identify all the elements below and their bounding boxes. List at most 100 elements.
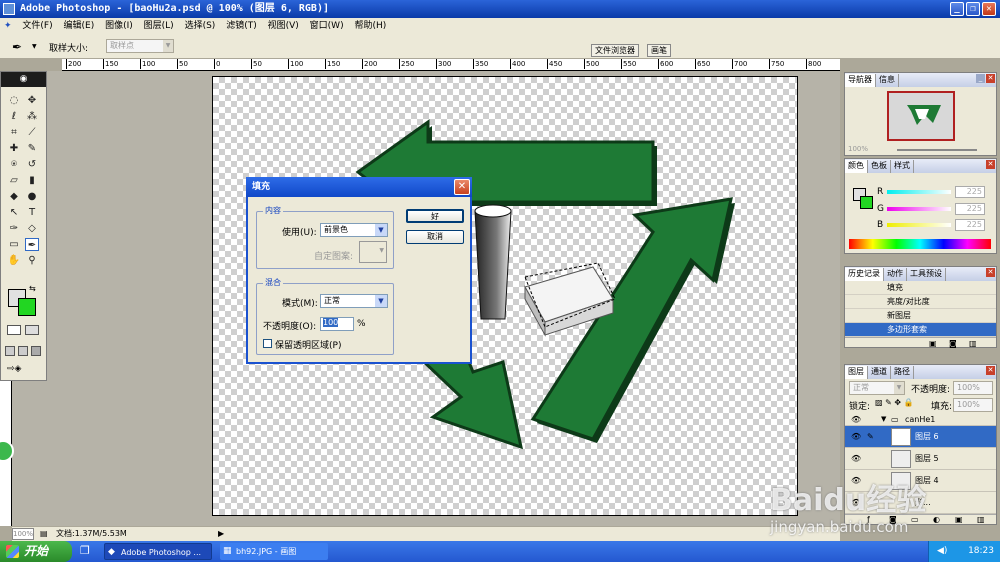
eye-icon[interactable]: 👁 xyxy=(851,448,861,470)
eyedropper-tool-icon[interactable]: ✒ xyxy=(12,40,22,54)
lock-icons[interactable]: ▨ ✎ ✥ 🔒 xyxy=(875,398,914,407)
eraser-tool-icon[interactable]: ▱ xyxy=(7,174,21,187)
history-item-selected[interactable]: 多边形套索 xyxy=(845,323,996,337)
preserve-transparency-checkbox[interactable] xyxy=(263,339,272,348)
channel-b-input[interactable]: 225 xyxy=(955,219,985,231)
eyedropper-tool-icon[interactable]: ✒ xyxy=(25,238,39,251)
restore-button[interactable]: ❐ xyxy=(966,2,980,16)
adjustment-icon[interactable]: ◐ xyxy=(933,515,940,524)
tab-swatches[interactable]: 色板 xyxy=(868,160,891,173)
quicklaunch-icon[interactable]: ❐ xyxy=(80,544,90,557)
jump-to-imageready-icon[interactable]: ⇨◈ xyxy=(7,364,39,376)
move-tool-icon[interactable]: ✥ xyxy=(25,94,39,107)
screen-mode-standard-icon[interactable] xyxy=(5,346,15,356)
clock[interactable]: 18:23 xyxy=(968,546,994,556)
healing-brush-tool-icon[interactable]: ✚ xyxy=(7,142,21,155)
color-spectrum-bar[interactable] xyxy=(849,239,991,249)
notes-tool-icon[interactable]: ▭ xyxy=(7,238,21,251)
history-item[interactable]: 亮度/对比度 xyxy=(845,295,996,309)
menu-window[interactable]: 窗口(W) xyxy=(306,18,348,35)
taskbar-item-photoshop[interactable]: ◆ Adobe Photoshop ... xyxy=(104,543,212,560)
volume-icon[interactable]: ◀) xyxy=(937,541,947,562)
panel-minimize-icon[interactable]: _ xyxy=(976,74,985,83)
history-brush-tool-icon[interactable]: ↺ xyxy=(25,158,39,171)
tab-tool-presets[interactable]: 工具预设 xyxy=(907,268,946,281)
blend-mode-select[interactable]: 正常 ▼ xyxy=(849,381,905,395)
layer-row-selected[interactable]: 👁 ✎ 图层 6 xyxy=(845,426,996,448)
tool-preset-dropdown-icon[interactable]: ▼ xyxy=(32,43,37,50)
zoom-tool-icon[interactable]: ⚲ xyxy=(25,254,39,267)
color-bg-swatch[interactable] xyxy=(860,196,873,209)
taskbar-item-paint[interactable]: ▦ bh92.JPG - 画图 xyxy=(220,543,328,560)
ok-button[interactable]: 好 xyxy=(406,209,464,223)
layer-fill-input[interactable]: 100% xyxy=(953,398,993,412)
path-select-tool-icon[interactable]: ↖ xyxy=(7,206,21,219)
swap-colors-icon[interactable]: ⇆ xyxy=(29,284,36,293)
panel-close-icon[interactable]: ✕ xyxy=(986,268,995,277)
new-document-icon[interactable]: ▣ xyxy=(929,339,937,348)
navigator-zoom[interactable]: 100% xyxy=(848,145,868,153)
tab-color[interactable]: 颜色 xyxy=(845,160,868,173)
tab-actions[interactable]: 动作 xyxy=(884,268,907,281)
pen-tool-icon[interactable]: ✑ xyxy=(7,222,21,235)
menu-file[interactable]: 文件(F) xyxy=(18,18,56,35)
file-browser-tab[interactable]: 文件浏览器 xyxy=(591,44,639,57)
menu-edit[interactable]: 编辑(E) xyxy=(60,18,99,35)
minimize-button[interactable]: _ xyxy=(950,2,964,16)
navigator-zoom-slider[interactable] xyxy=(897,149,977,151)
lasso-tool-icon[interactable]: ℓ xyxy=(7,110,21,123)
snapshot-icon[interactable]: ◙ xyxy=(949,339,957,348)
quickmask-mode-icon[interactable] xyxy=(25,325,39,335)
background-color-swatch[interactable] xyxy=(18,298,36,316)
marquee-tool-icon[interactable]: ◌ xyxy=(7,94,21,107)
brush-tab[interactable]: 画笔 xyxy=(647,44,671,57)
history-item[interactable]: 新图层 xyxy=(845,309,996,323)
type-tool-icon[interactable]: T xyxy=(25,206,39,219)
navigator-thumbnail[interactable] xyxy=(887,91,955,141)
history-item[interactable]: 填充 xyxy=(845,281,996,295)
screen-mode-full-icon[interactable] xyxy=(31,346,41,356)
screen-mode-full-menu-icon[interactable] xyxy=(18,346,28,356)
tab-navigator[interactable]: 导航器 xyxy=(845,74,876,87)
crop-tool-icon[interactable]: ⌗ xyxy=(7,126,21,139)
adobe-online-icon[interactable]: ◉ xyxy=(1,72,46,87)
menu-filter[interactable]: 滤镜(T) xyxy=(222,18,261,35)
close-window-button[interactable]: ✕ xyxy=(982,2,996,16)
trash-icon[interactable]: ▥ xyxy=(977,515,985,524)
panel-close-icon[interactable]: ✕ xyxy=(986,74,995,83)
channel-r-input[interactable]: 225 xyxy=(955,186,985,198)
clone-stamp-tool-icon[interactable]: ⍟ xyxy=(7,158,21,171)
group-expand-icon[interactable]: ▼ xyxy=(881,413,886,426)
dialog-close-button[interactable]: ✕ xyxy=(454,179,470,195)
panel-close-icon[interactable]: ✕ xyxy=(986,160,995,169)
tab-history[interactable]: 历史记录 xyxy=(845,268,884,281)
menu-view[interactable]: 视图(V) xyxy=(264,18,303,35)
layer-opacity-input[interactable]: 100% xyxy=(953,381,993,395)
channel-b-slider[interactable] xyxy=(887,223,951,227)
blur-tool-icon[interactable]: ◆ xyxy=(7,190,21,203)
standard-mode-icon[interactable] xyxy=(7,325,21,335)
dodge-tool-icon[interactable]: ● xyxy=(25,190,39,203)
layer-group-row[interactable]: 👁 ▼ ▭ canHe1 xyxy=(845,413,996,426)
brush-tool-icon[interactable]: ✎ xyxy=(25,142,39,155)
status-menu-arrow-icon[interactable]: ▶ xyxy=(218,527,224,541)
slice-tool-icon[interactable]: ⟋ xyxy=(25,126,39,139)
gradient-tool-icon[interactable]: ▮ xyxy=(25,174,39,187)
eye-icon[interactable]: 👁 xyxy=(851,413,861,426)
start-button[interactable]: 开始 xyxy=(0,541,72,562)
shape-tool-icon[interactable]: ◇ xyxy=(25,222,39,235)
zoom-field[interactable]: 100% xyxy=(12,528,34,540)
cancel-button[interactable]: 取消 xyxy=(406,230,464,244)
menu-layer[interactable]: 图层(L) xyxy=(140,18,178,35)
hand-tool-icon[interactable]: ✋ xyxy=(7,254,21,267)
tab-styles[interactable]: 样式 xyxy=(891,160,914,173)
channel-g-input[interactable]: 225 xyxy=(955,203,985,215)
panel-close-icon[interactable]: ✕ xyxy=(986,366,995,375)
magic-wand-tool-icon[interactable]: ⁂ xyxy=(25,110,39,123)
sample-size-select[interactable]: 取样点 ▼ xyxy=(106,39,174,53)
tab-info[interactable]: 信息 xyxy=(876,74,899,87)
use-select[interactable]: 前景色 ▼ xyxy=(320,223,388,237)
tab-paths[interactable]: 路径 xyxy=(891,366,914,379)
mode-select[interactable]: 正常 ▼ xyxy=(320,294,388,308)
channel-g-slider[interactable] xyxy=(887,207,951,211)
